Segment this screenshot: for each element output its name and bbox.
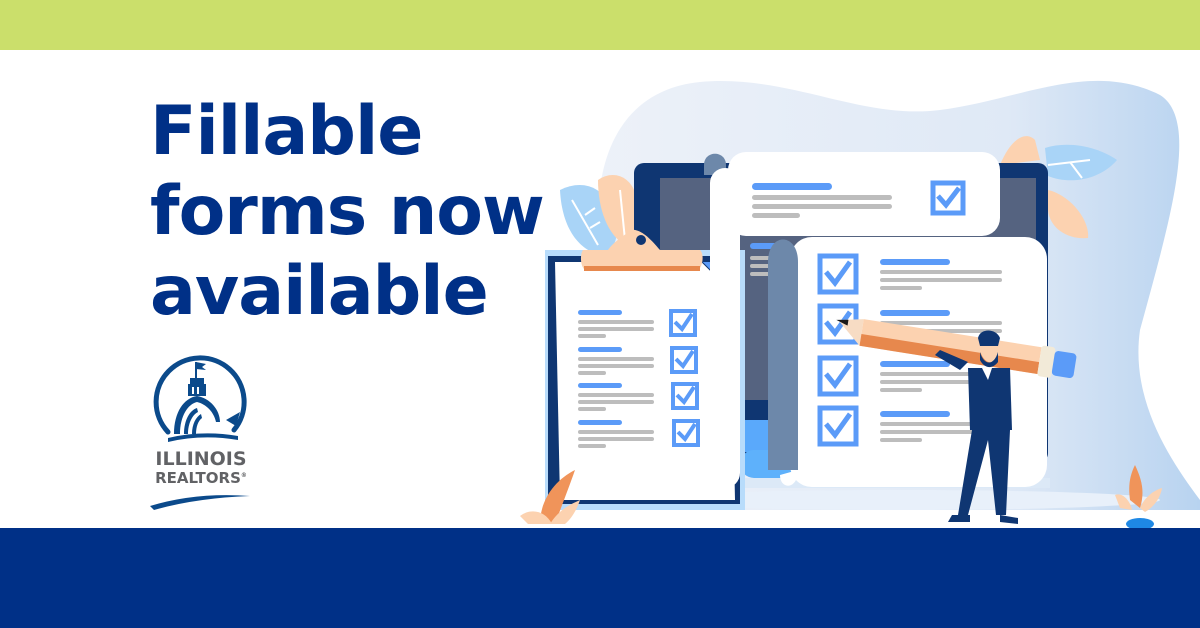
logo-text-illinois: ILLINOIS [155, 448, 247, 470]
bottom-brand-band [0, 528, 1200, 628]
registered-mark: ® [240, 472, 247, 479]
logo-realtors-word: REALTORS [155, 469, 241, 487]
illinois-realtors-logo: ILLINOIS REALTORS® [146, 350, 256, 510]
scroll-curl-main [768, 239, 798, 470]
scroll-top-sheet [728, 152, 1000, 236]
top-accent-band [0, 0, 1200, 50]
logo-swoosh-icon [150, 495, 250, 510]
logo-text-realtors: REALTORS® [146, 469, 256, 487]
forms-illustration [520, 80, 1200, 528]
clipboard-paper [555, 262, 735, 500]
capitol-dome-icon [153, 355, 247, 442]
